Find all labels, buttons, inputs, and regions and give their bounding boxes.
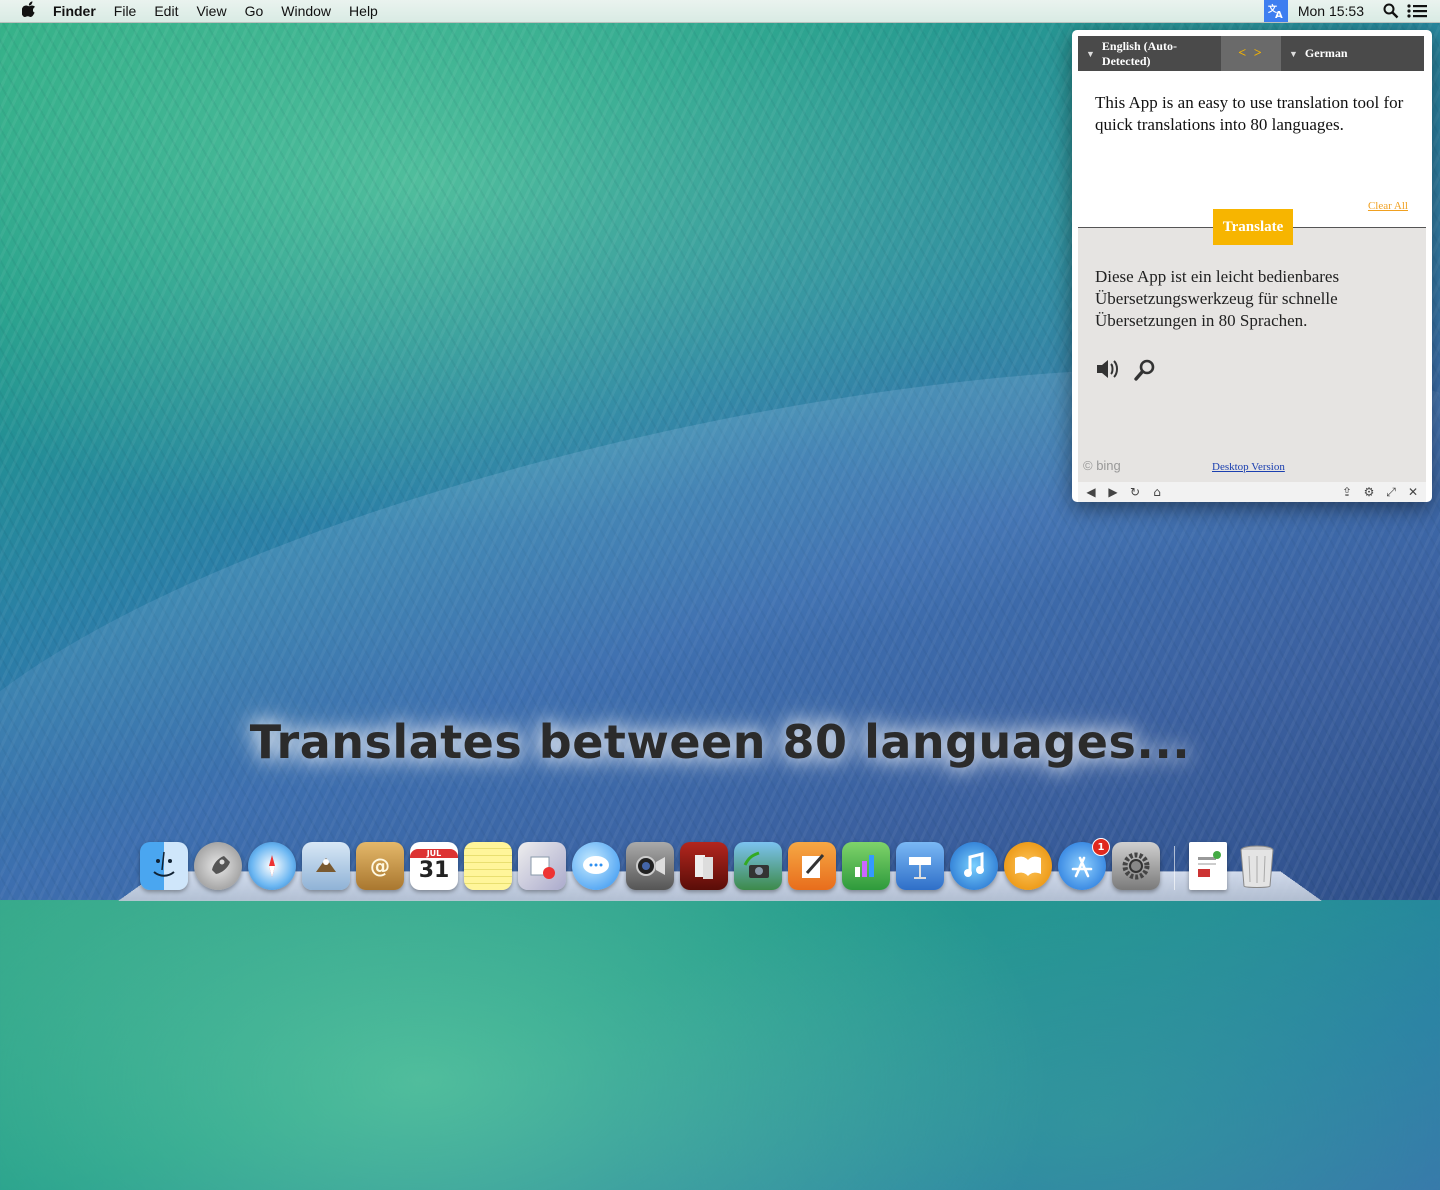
share-icon[interactable]: ⇪ xyxy=(1340,485,1354,499)
spotlight-search-icon[interactable] xyxy=(1378,3,1404,19)
close-icon[interactable]: ✕ xyxy=(1406,485,1420,499)
clear-all-link[interactable]: Clear All xyxy=(1368,200,1408,212)
contacts-icon[interactable]: @ xyxy=(356,842,404,890)
apple-logo-icon[interactable] xyxy=(18,0,40,22)
finder-icon[interactable] xyxy=(140,842,188,890)
result-panel: Diese App ist ein leicht bedienbares Übe… xyxy=(1078,228,1426,484)
popover-toolbar: ◀ ▶ ↻ ⌂ ⇪ ⚙ ⤢ ✕ xyxy=(1078,482,1426,502)
launchpad-icon[interactable] xyxy=(194,842,242,890)
menu-finder[interactable]: Finder xyxy=(44,0,105,22)
menu-help[interactable]: Help xyxy=(340,0,387,22)
translate-status-icon[interactable]: 文A xyxy=(1263,0,1288,22)
expand-icon[interactable]: ⤢ xyxy=(1384,485,1398,500)
translated-text: Diese App ist ein leicht bedienbares Übe… xyxy=(1095,267,1340,330)
dock: @ JUL 31 1 xyxy=(140,834,1281,890)
calendar-day: 31 xyxy=(418,858,450,883)
app-store-icon[interactable]: 1 xyxy=(1058,838,1110,890)
messages-icon[interactable] xyxy=(572,842,620,890)
trash-icon[interactable] xyxy=(1233,842,1281,890)
menu-bar: Finder File Edit View Go Window Help 文A … xyxy=(0,0,1440,23)
promo-caption: Translates between 80 languages... xyxy=(249,715,1191,769)
pages-icon[interactable] xyxy=(788,842,836,890)
numbers-icon[interactable] xyxy=(842,842,890,890)
menubar-clock[interactable]: Mon 15:53 xyxy=(1288,3,1378,19)
menu-view[interactable]: View xyxy=(187,0,235,22)
target-language-select[interactable]: ▼ German xyxy=(1281,36,1424,71)
calendar-month: JUL xyxy=(410,849,458,858)
menu-edit[interactable]: Edit xyxy=(145,0,187,22)
mail-icon[interactable] xyxy=(302,842,350,890)
menu-file[interactable]: File xyxy=(105,0,146,22)
gear-icon[interactable]: ⚙ xyxy=(1362,485,1376,499)
translator-popover: ▼ English (Auto-Detected) < > ▼ German T… xyxy=(1072,30,1432,502)
notification-center-icon[interactable] xyxy=(1404,4,1430,18)
desktop-version-link[interactable]: Desktop Version xyxy=(1212,461,1285,473)
home-icon[interactable]: ⌂ xyxy=(1150,485,1164,499)
bing-attribution: © bing xyxy=(1083,458,1121,473)
reminders-icon[interactable] xyxy=(518,842,566,890)
keynote-icon[interactable] xyxy=(896,842,944,890)
target-language-label: German xyxy=(1304,46,1348,60)
ibooks-icon[interactable] xyxy=(1004,842,1052,890)
itunes-icon[interactable] xyxy=(950,842,998,890)
dock-separator xyxy=(1174,846,1175,890)
safari-icon[interactable] xyxy=(248,842,296,890)
calendar-icon[interactable]: JUL 31 xyxy=(410,842,458,890)
swap-icon: < > xyxy=(1238,45,1264,61)
forward-icon[interactable]: ▶ xyxy=(1106,485,1120,499)
menu-go[interactable]: Go xyxy=(236,0,273,22)
document-icon[interactable] xyxy=(1189,842,1227,890)
result-actions xyxy=(1095,358,1157,387)
app-store-badge: 1 xyxy=(1092,838,1110,856)
chevron-down-icon: ▼ xyxy=(1086,48,1095,59)
magnifier-icon[interactable] xyxy=(1133,358,1157,387)
speaker-icon[interactable] xyxy=(1095,358,1121,387)
source-language-label: English (Auto-Detected) xyxy=(1101,38,1177,68)
system-preferences-icon[interactable] xyxy=(1112,842,1160,890)
iphoto-icon[interactable] xyxy=(734,842,782,890)
translate-button[interactable]: Translate xyxy=(1213,209,1293,245)
back-icon[interactable]: ◀ xyxy=(1084,485,1098,499)
photo-booth-icon[interactable] xyxy=(680,842,728,890)
swap-languages-button[interactable]: < > xyxy=(1221,36,1281,71)
reload-icon[interactable]: ↻ xyxy=(1128,485,1142,499)
source-language-select[interactable]: ▼ English (Auto-Detected) xyxy=(1078,36,1221,71)
menu-window[interactable]: Window xyxy=(272,0,340,22)
notes-icon[interactable] xyxy=(464,842,512,890)
language-bar: ▼ English (Auto-Detected) < > ▼ German xyxy=(1078,36,1424,71)
source-text-input[interactable]: This App is an easy to use translation t… xyxy=(1095,92,1413,136)
svg-text:A: A xyxy=(1275,10,1283,19)
chevron-down-icon: ▼ xyxy=(1289,48,1298,59)
facetime-icon[interactable] xyxy=(626,842,674,890)
